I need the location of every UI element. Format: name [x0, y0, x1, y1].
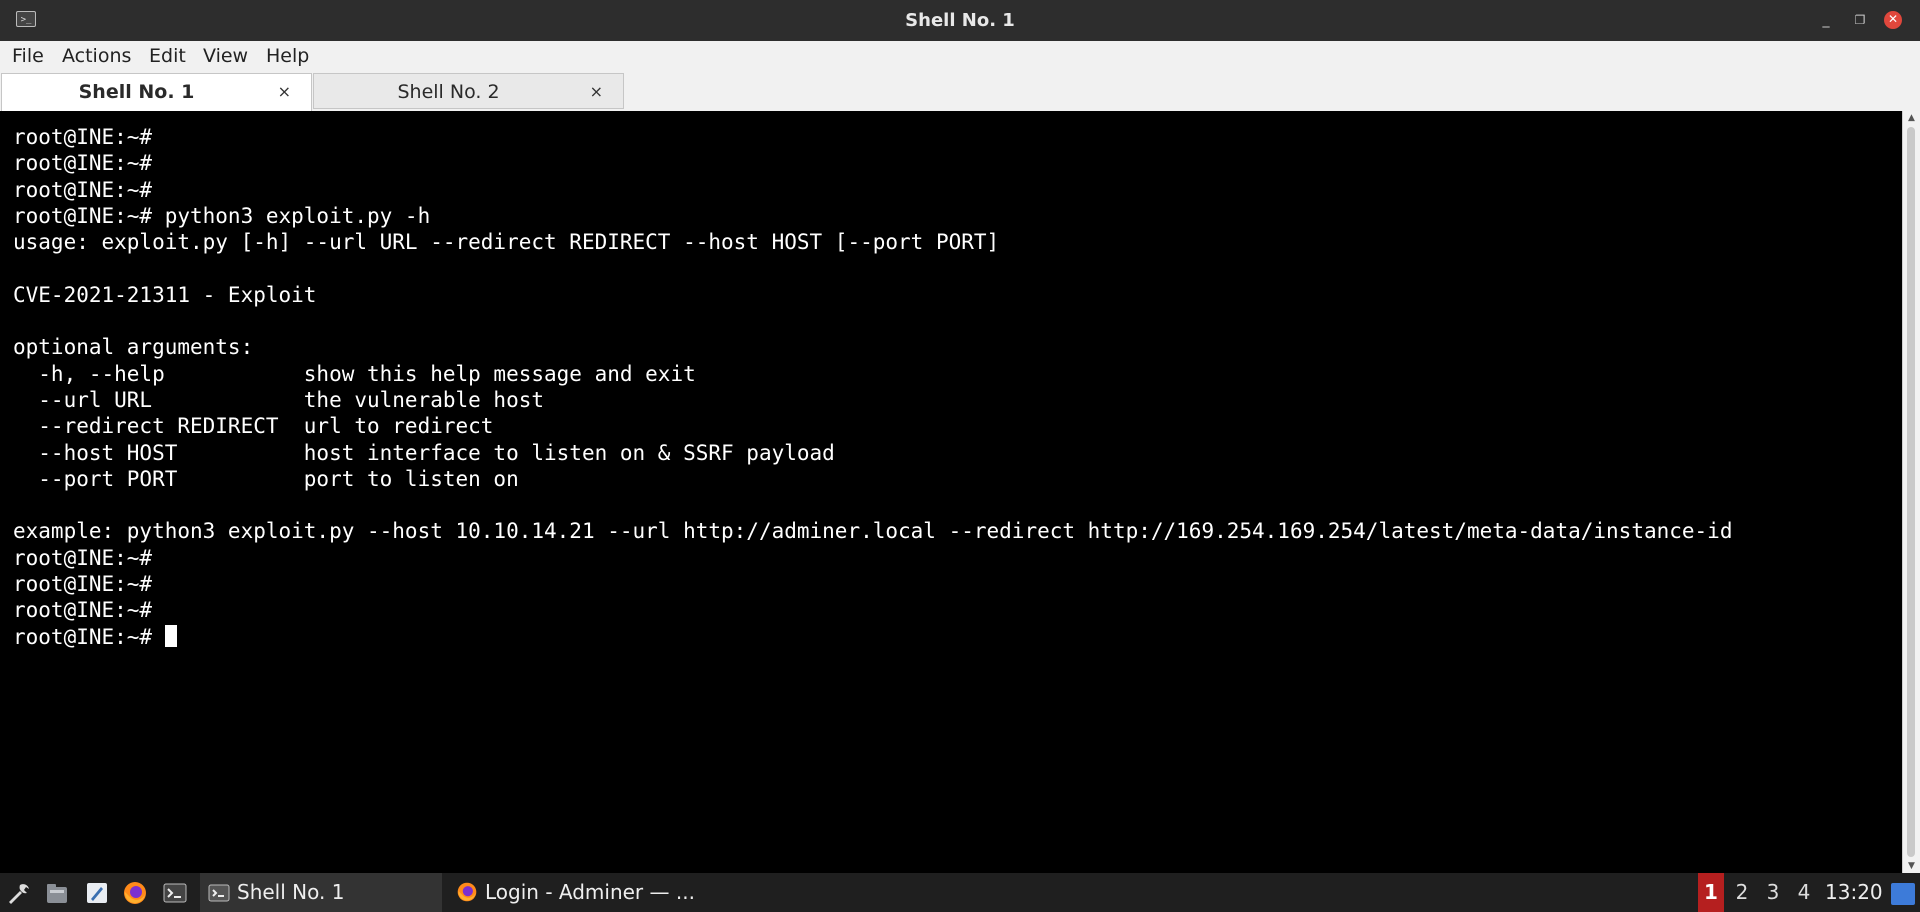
terminal-icon — [208, 877, 230, 912]
terminal-line: example: python3 exploit.py --host 10.10… — [13, 519, 1733, 544]
menu-edit[interactable]: Edit — [149, 41, 186, 71]
workspace-4[interactable]: 4 — [1791, 873, 1817, 912]
terminal-line: root@INE:~# — [13, 572, 153, 597]
workspace-3[interactable]: 3 — [1760, 873, 1786, 912]
scrollbar-thumb[interactable] — [1907, 127, 1915, 857]
window-title: Shell No. 1 — [905, 10, 1015, 31]
title-bar: >_ Shell No. 1 _ ❐ ✕ — [0, 0, 1920, 41]
tab-label: Shell No. 2 — [397, 81, 500, 103]
workspace-2[interactable]: 2 — [1729, 873, 1755, 912]
terminal-icon[interactable] — [162, 880, 188, 906]
terminal-line: root@INE:~# — [13, 177, 153, 202]
terminal-line: --port PORT port to listen on — [13, 466, 519, 491]
terminal-line: root@INE:~# — [13, 125, 153, 149]
close-button[interactable]: ✕ — [1884, 11, 1902, 29]
menu-file[interactable]: File — [12, 41, 44, 71]
show-desktop-icon[interactable] — [1891, 883, 1915, 905]
terminal-line: --url URL the vulnerable host — [13, 387, 545, 412]
scroll-up-icon[interactable]: ▲ — [1903, 113, 1920, 123]
terminal-output: root@INE:~# root@INE:~# root@INE:~# root… — [13, 124, 1732, 650]
terminal-area[interactable]: root@INE:~# root@INE:~# root@INE:~# root… — [0, 111, 1902, 873]
terminal-line: optional arguments: — [13, 335, 254, 360]
task-label: Shell No. 1 — [237, 880, 345, 904]
maximize-button[interactable]: ❐ — [1850, 10, 1870, 30]
terminal-line: --redirect REDIRECT url to redirect — [13, 414, 494, 439]
terminal-line: CVE-2021-21311 - Exploit — [13, 282, 317, 307]
workspace-1[interactable]: 1 — [1698, 873, 1724, 912]
task-label: Login - Adminer — ... — [485, 880, 695, 904]
tools-icon[interactable] — [6, 880, 32, 906]
terminal-line: usage: exploit.py [-h] --url URL --redir… — [13, 230, 1000, 255]
tab-close-icon[interactable]: × — [278, 74, 291, 110]
tab-label: Shell No. 1 — [78, 81, 195, 103]
terminal-line: root@INE:~# — [13, 598, 153, 623]
clock[interactable]: 13:20 — [1825, 873, 1883, 912]
firefox-icon[interactable] — [122, 880, 148, 906]
terminal-line: root@INE:~# — [13, 545, 153, 570]
task-shell-1[interactable]: Shell No. 1 — [200, 873, 442, 912]
text-editor-icon[interactable] — [84, 880, 110, 906]
terminal-line: root@INE:~# — [13, 151, 153, 176]
terminal-line: --host HOST host interface to listen on … — [13, 440, 835, 465]
menu-bar: File Actions Edit View Help — [0, 41, 1920, 71]
firefox-icon — [456, 877, 478, 912]
menu-view[interactable]: View — [203, 41, 248, 71]
minimize-button[interactable]: _ — [1816, 10, 1836, 30]
terminal-prompt: root@INE:~# — [13, 624, 165, 649]
tab-bar: Shell No. 1 × Shell No. 2 × — [0, 71, 1920, 113]
menu-help[interactable]: Help — [266, 41, 309, 71]
tab-close-icon[interactable]: × — [590, 74, 603, 110]
terminal-line: root@INE:~# python3 exploit.py -h — [13, 203, 431, 228]
terminal-scrollbar[interactable]: ▲ ▼ — [1902, 111, 1920, 873]
menu-actions[interactable]: Actions — [62, 41, 131, 71]
tab-shell-1[interactable]: Shell No. 1 × — [1, 73, 312, 112]
terminal-cursor — [164, 624, 177, 647]
tab-shell-2[interactable]: Shell No. 2 × — [313, 73, 624, 109]
file-manager-icon[interactable] — [44, 880, 70, 906]
taskbar: Shell No. 1 Login - Adminer — ... 1 2 3 … — [0, 873, 1920, 912]
terminal-line: -h, --help show this help message and ex… — [13, 361, 696, 386]
task-adminer-login[interactable]: Login - Adminer — ... — [448, 873, 698, 912]
scroll-down-icon[interactable]: ▼ — [1903, 861, 1920, 871]
